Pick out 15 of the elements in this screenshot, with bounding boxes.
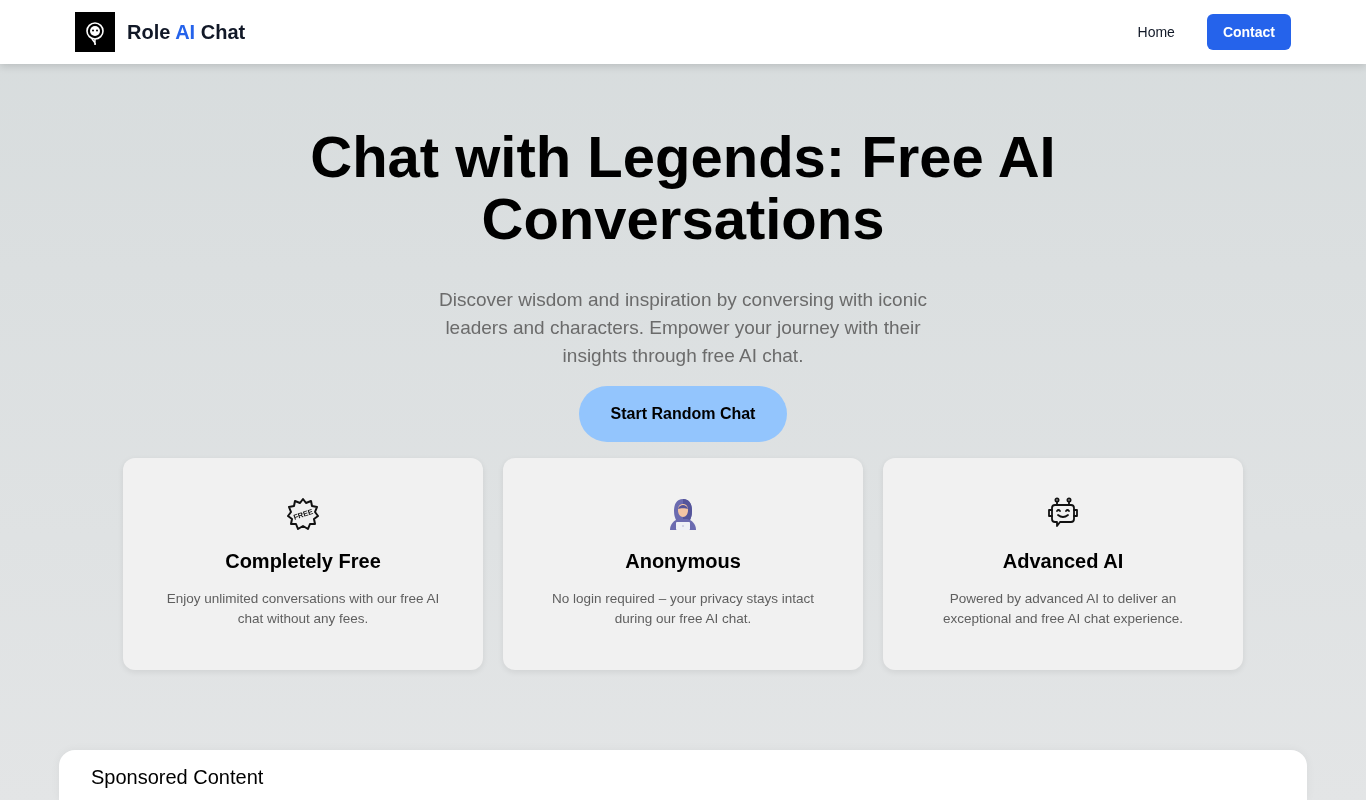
- feature-title: Advanced AI: [1002, 549, 1124, 573]
- hero-title: Chat with Legends: Free AI Conversations: [309, 126, 1057, 250]
- feature-title: Completely Free: [225, 549, 381, 573]
- logo-icon[interactable]: [75, 12, 115, 52]
- start-chat-button[interactable]: Start Random Chat: [578, 386, 788, 442]
- section-heading: Sponsored Content: [91, 766, 265, 788]
- feature-description: No login required – your privacy stays intact during our free AI chat.: [551, 590, 815, 628]
- feature-description: Powered by advanced AI to deliver an exceptional and free AI chat experience.: [941, 590, 1185, 628]
- feature-title: Anonymous: [625, 549, 741, 573]
- contact-button[interactable]: Contact: [1206, 14, 1291, 50]
- hooded-person-icon: [667, 498, 699, 530]
- hero-subtitle: Discover wisdom and inspiration by conversing with iconic leaders and characters. Empower your journey with their insights through free AI chat.: [438, 288, 928, 368]
- nav-link[interactable]: Home: [1133, 21, 1179, 43]
- feature-description: Enjoy unlimited conversations with our free AI chat without any fees.: [165, 590, 441, 628]
- brand-name[interactable]: Role AI Chat: [127, 17, 246, 47]
